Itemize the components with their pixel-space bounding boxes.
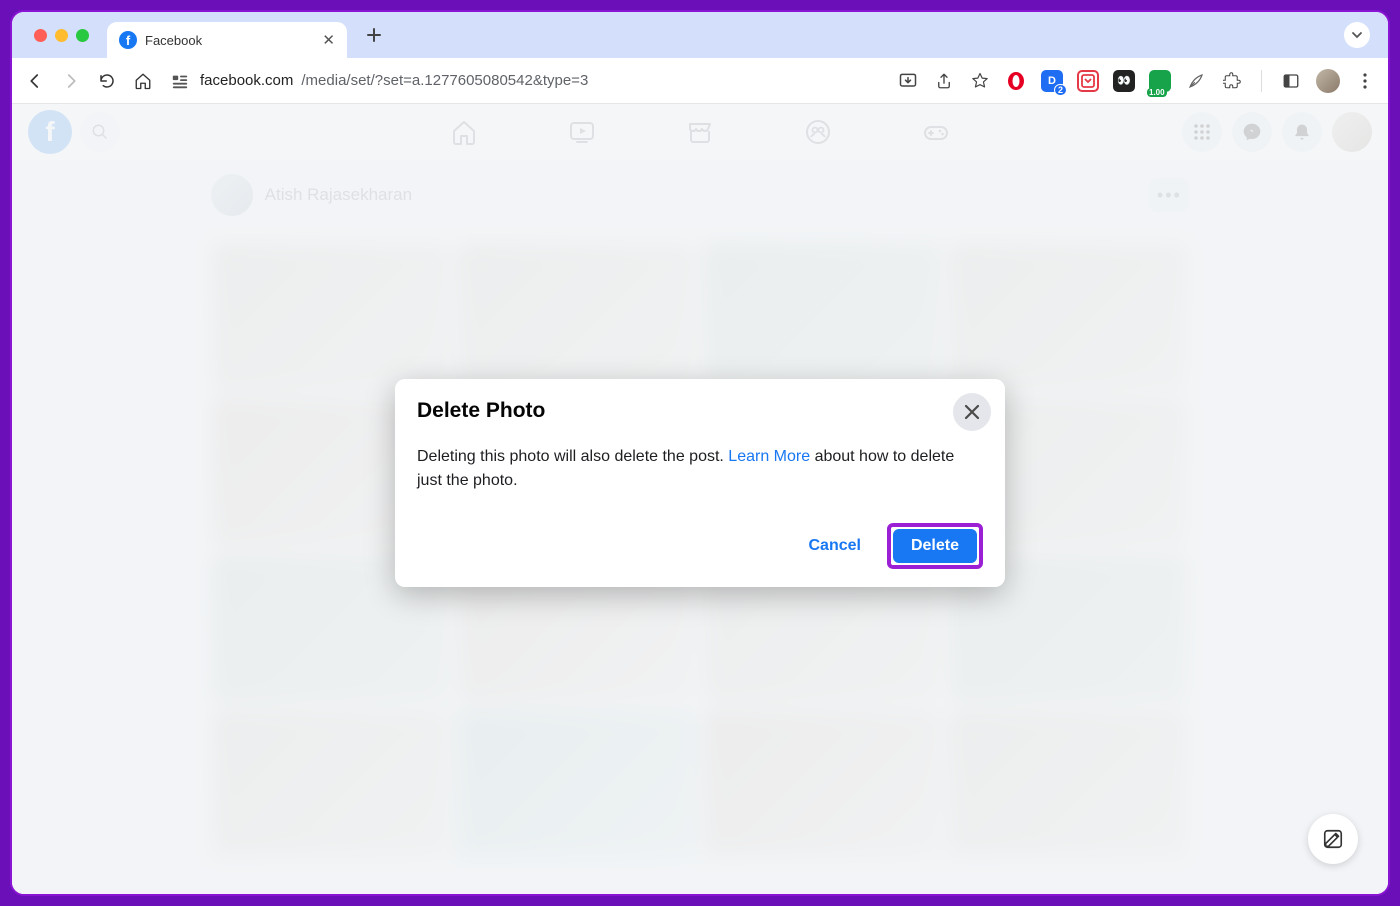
maximize-window-button[interactable]: [76, 29, 89, 42]
cancel-button[interactable]: Cancel: [795, 529, 875, 563]
extension-opera[interactable]: [1005, 70, 1027, 92]
extension-d[interactable]: D 2: [1041, 70, 1063, 92]
bookmark-star-icon[interactable]: [969, 70, 991, 92]
profile-avatar-icon[interactable]: [1316, 69, 1340, 93]
delete-button-highlight: Delete: [887, 523, 983, 569]
share-icon[interactable]: [933, 70, 955, 92]
compose-fab[interactable]: [1308, 814, 1358, 864]
tab-strip: f Facebook ✕: [12, 12, 1388, 58]
delete-photo-dialog: Delete Photo Deleting this photo will al…: [395, 379, 1005, 587]
dialog-title: Delete Photo: [417, 399, 983, 423]
macos-traffic-lights: [34, 29, 89, 42]
tab-overview-button[interactable]: [1344, 22, 1370, 48]
dialog-body: Deleting this photo will also delete the…: [417, 445, 983, 493]
delete-button[interactable]: Delete: [893, 529, 977, 563]
home-button[interactable]: [132, 70, 154, 92]
dialog-actions: Cancel Delete: [417, 523, 983, 569]
new-tab-button[interactable]: [359, 20, 389, 50]
minimize-window-button[interactable]: [55, 29, 68, 42]
extensions-puzzle-icon[interactable]: [1221, 70, 1243, 92]
url-path: /media/set/?set=a.1277605080542&type=3: [301, 72, 588, 89]
extension-eyes[interactable]: 👀: [1113, 70, 1135, 92]
browser-window: f Facebook ✕ facebook.co: [10, 10, 1390, 896]
site-info-icon[interactable]: [168, 69, 192, 93]
extension-pocket[interactable]: [1077, 70, 1099, 92]
extension-quill[interactable]: [1185, 70, 1207, 92]
browser-toolbar: facebook.com/media/set/?set=a.1277605080…: [12, 58, 1388, 104]
page-content: f: [12, 104, 1388, 894]
browser-tab[interactable]: f Facebook ✕: [107, 22, 347, 58]
close-window-button[interactable]: [34, 29, 47, 42]
back-button[interactable]: [24, 70, 46, 92]
dialog-body-pre: Deleting this photo will also delete the…: [417, 448, 728, 465]
dialog-close-button[interactable]: [953, 393, 991, 431]
toolbar-right-icons: D 2 👀 1.00: [897, 69, 1376, 93]
close-tab-button[interactable]: ✕: [322, 31, 335, 49]
extension-green[interactable]: 1.00: [1149, 70, 1171, 92]
toolbar-divider: [1261, 70, 1262, 92]
extension-badge-2: 1.00: [1147, 88, 1167, 97]
reload-button[interactable]: [96, 70, 118, 92]
forward-button[interactable]: [60, 70, 82, 92]
learn-more-link[interactable]: Learn More: [728, 448, 810, 465]
extension-badge: 2: [1054, 84, 1067, 96]
facebook-favicon: f: [119, 31, 137, 49]
kebab-menu-icon[interactable]: [1354, 70, 1376, 92]
address-bar[interactable]: facebook.com/media/set/?set=a.1277605080…: [168, 69, 883, 93]
install-pwa-icon[interactable]: [897, 70, 919, 92]
url-domain: facebook.com: [200, 72, 293, 89]
side-panel-icon[interactable]: [1280, 70, 1302, 92]
tab-title: Facebook: [145, 33, 202, 48]
